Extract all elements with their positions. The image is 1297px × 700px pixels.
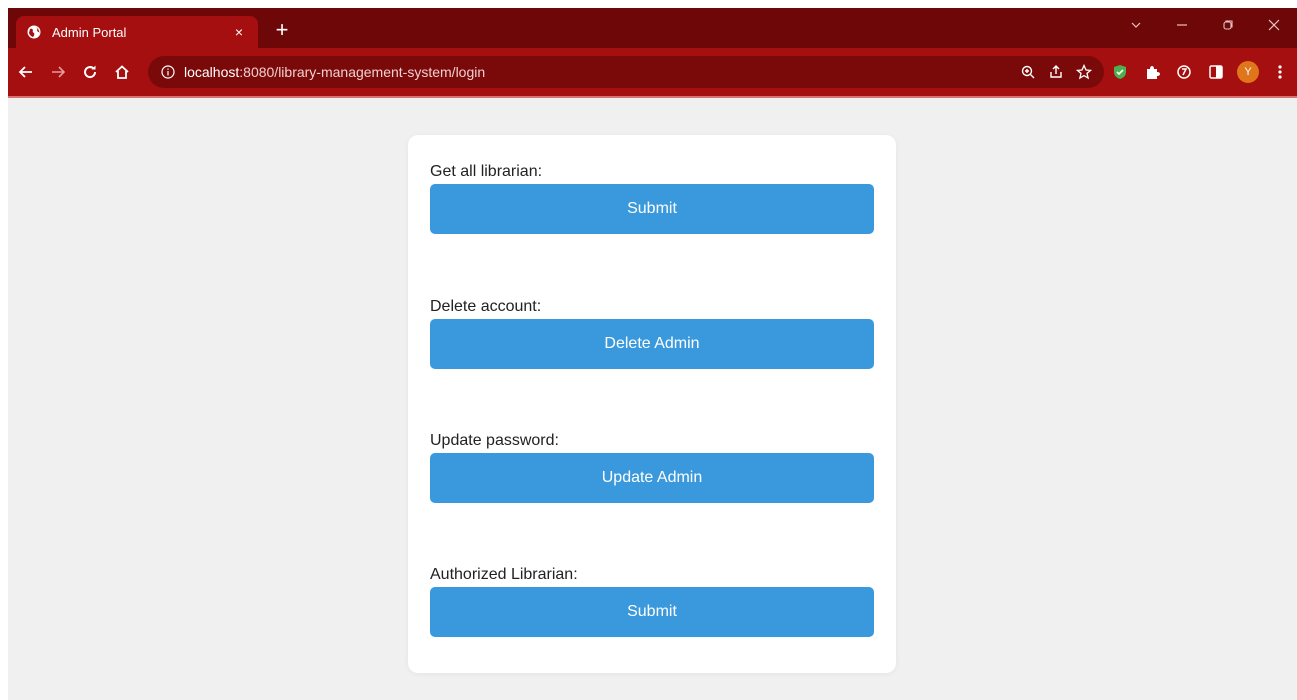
tab-close-icon[interactable]: × bbox=[230, 23, 248, 41]
address-bar[interactable]: localhost:8080/library-management-system… bbox=[148, 56, 1104, 88]
profile-button[interactable]: Y bbox=[1232, 56, 1264, 88]
get-all-librarian-label: Get all librarian: bbox=[430, 163, 543, 180]
shield-extension-icon[interactable] bbox=[1104, 56, 1136, 88]
tab-title: Admin Portal bbox=[52, 24, 127, 40]
reload-button[interactable] bbox=[76, 58, 104, 86]
authorized-librarian-label: Authorized Librarian: bbox=[430, 566, 578, 583]
avatar: Y bbox=[1237, 61, 1259, 83]
window-controls bbox=[1113, 8, 1297, 42]
zoom-icon[interactable] bbox=[1014, 58, 1042, 86]
authorized-librarian-section: Authorized Librarian: Submit bbox=[430, 565, 874, 637]
share-icon[interactable] bbox=[1042, 58, 1070, 86]
admin-actions-card: Get all librarian: Submit Delete account… bbox=[408, 135, 896, 673]
globe-icon bbox=[26, 24, 42, 40]
home-button[interactable] bbox=[108, 58, 136, 86]
page-content: Get all librarian: Submit Delete account… bbox=[8, 98, 1297, 700]
browser-toolbar: localhost:8080/library-management-system… bbox=[8, 48, 1297, 96]
delete-admin-button[interactable]: Delete Admin bbox=[430, 319, 874, 369]
omnibox-actions bbox=[1014, 56, 1098, 88]
browser-window: Admin Portal × + localhost:8080/library… bbox=[8, 8, 1297, 700]
forward-button[interactable] bbox=[44, 58, 72, 86]
tab-search-dropdown-icon[interactable] bbox=[1113, 8, 1159, 42]
get-all-librarian-submit-button[interactable]: Submit bbox=[430, 184, 874, 234]
back-button[interactable] bbox=[12, 58, 40, 86]
delete-account-section: Delete account: Delete Admin bbox=[430, 297, 874, 369]
minimize-icon[interactable] bbox=[1159, 8, 1205, 42]
browser-menu-icon[interactable] bbox=[1264, 56, 1296, 88]
refresh-extension-icon[interactable] bbox=[1168, 56, 1200, 88]
new-tab-button[interactable]: + bbox=[268, 17, 296, 43]
side-panel-icon[interactable] bbox=[1200, 56, 1232, 88]
bookmark-star-icon[interactable] bbox=[1070, 58, 1098, 86]
site-info-icon[interactable] bbox=[160, 64, 176, 80]
url-host: localhost bbox=[184, 64, 240, 80]
authorized-librarian-submit-button[interactable]: Submit bbox=[430, 587, 874, 637]
update-admin-button[interactable]: Update Admin bbox=[430, 453, 874, 503]
get-all-librarian-section: Get all librarian: Submit bbox=[430, 162, 874, 234]
tab-admin-portal[interactable]: Admin Portal × bbox=[16, 16, 258, 48]
update-password-label: Update password: bbox=[430, 432, 559, 449]
update-password-section: Update password: Update Admin bbox=[430, 431, 874, 503]
url-path: :8080/library-management-system/login bbox=[239, 64, 486, 80]
close-window-icon[interactable] bbox=[1251, 8, 1297, 42]
tab-strip: Admin Portal × + bbox=[8, 8, 1297, 48]
delete-account-label: Delete account: bbox=[430, 298, 542, 315]
restore-icon[interactable] bbox=[1205, 8, 1251, 42]
extensions-area: Y bbox=[1104, 56, 1296, 88]
puzzle-extension-icon[interactable] bbox=[1136, 56, 1168, 88]
